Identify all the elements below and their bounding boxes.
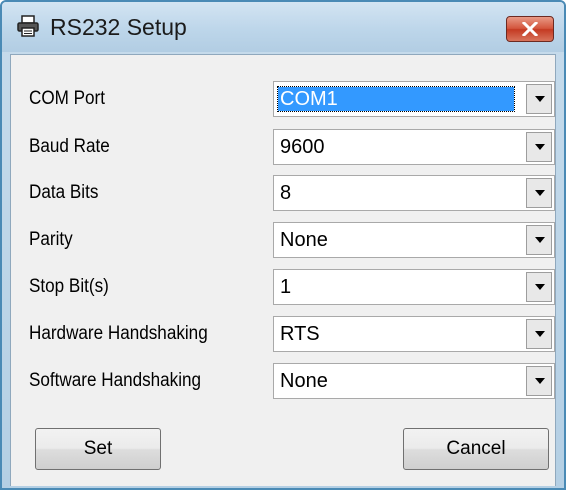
software-handshaking-select[interactable]: None [273,363,555,399]
dropdown-button[interactable] [526,84,552,114]
parity-value: None [280,229,328,251]
data-bits-value: 8 [280,182,292,204]
window-title: RS232 Setup [50,14,187,40]
chevron-down-icon [535,284,545,290]
set-button[interactable]: Set [35,428,161,470]
dropdown-button[interactable] [526,319,552,349]
software-handshaking-row: Software Handshaking None [11,363,557,399]
hardware-handshaking-row: Hardware Handshaking RTS [11,316,557,352]
dialog-body: COM Port COM1 Baud Rate 9600 Data Bits 8 Parit… [10,54,556,486]
close-button[interactable] [506,16,554,42]
printer-icon [16,14,40,38]
com-port-label: COM Port [29,88,106,109]
close-icon [522,22,538,36]
chevron-down-icon [535,331,545,337]
chevron-down-icon [535,144,545,150]
hardware-handshaking-value: RTS [280,323,320,345]
software-handshaking-label: Software Handshaking [29,370,202,391]
stop-bits-label: Stop Bit(s) [29,276,109,297]
chevron-down-icon [535,96,545,102]
software-handshaking-value: None [280,370,328,392]
data-bits-row: Data Bits 8 [11,175,557,211]
parity-label: Parity [29,229,73,250]
com-port-value: COM1 [277,86,515,112]
parity-row: Parity None [11,222,557,258]
hardware-handshaking-label: Hardware Handshaking [29,323,208,344]
rs232-setup-dialog: RS232 Setup COM Port COM1 Baud Rate 9600 Dat… [0,0,566,490]
baud-rate-label: Baud Rate [29,136,110,157]
data-bits-label: Data Bits [29,182,99,203]
dropdown-button[interactable] [526,366,552,396]
cancel-button[interactable]: Cancel [403,428,549,470]
dropdown-button[interactable] [526,272,552,302]
parity-select[interactable]: None [273,222,555,258]
chevron-down-icon [535,237,545,243]
com-port-row: COM Port COM1 [11,81,557,117]
baud-rate-row: Baud Rate 9600 [11,129,557,165]
chevron-down-icon [535,378,545,384]
chevron-down-icon [535,190,545,196]
stop-bits-row: Stop Bit(s) 1 [11,269,557,305]
dropdown-button[interactable] [526,225,552,255]
stop-bits-value: 1 [280,276,292,298]
dropdown-button[interactable] [526,178,552,208]
hardware-handshaking-select[interactable]: RTS [273,316,555,352]
stop-bits-select[interactable]: 1 [273,269,555,305]
baud-rate-select[interactable]: 9600 [273,129,555,165]
data-bits-select[interactable]: 8 [273,175,555,211]
com-port-select[interactable]: COM1 [273,81,555,117]
baud-rate-value: 9600 [280,136,325,158]
dropdown-button[interactable] [526,132,552,162]
title-bar[interactable]: RS232 Setup [2,2,564,52]
